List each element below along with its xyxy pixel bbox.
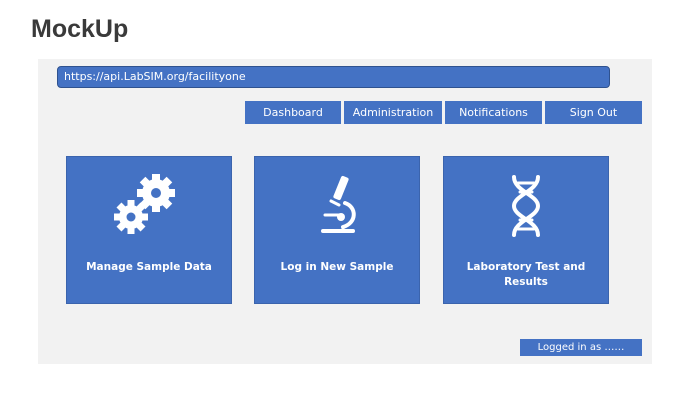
dna-icon [444,171,608,241]
tile-label: Laboratory Test and Results [466,261,586,288]
gears-icon [67,171,231,241]
page-title: MockUp [31,15,129,43]
logged-in-status: Logged in as …… [520,339,642,356]
nav-dashboard[interactable]: Dashboard [245,101,341,124]
tile-label: Manage Sample Data [86,261,212,273]
tile-label: Log in New Sample [280,261,394,273]
app-frame: https://api.LabSIM.org/facilityone Dashb… [38,59,652,364]
tile-log-new-sample[interactable]: Log in New Sample [254,156,420,304]
tile-manage-sample-data[interactable]: Manage Sample Data [66,156,232,304]
nav-notifications[interactable]: Notifications [445,101,542,124]
tile-laboratory-tests[interactable]: Laboratory Test and Results [443,156,609,304]
nav-administration[interactable]: Administration [344,101,442,124]
nav-sign-out[interactable]: Sign Out [545,101,642,124]
microscope-icon [255,171,419,241]
url-bar[interactable]: https://api.LabSIM.org/facilityone [57,66,610,88]
